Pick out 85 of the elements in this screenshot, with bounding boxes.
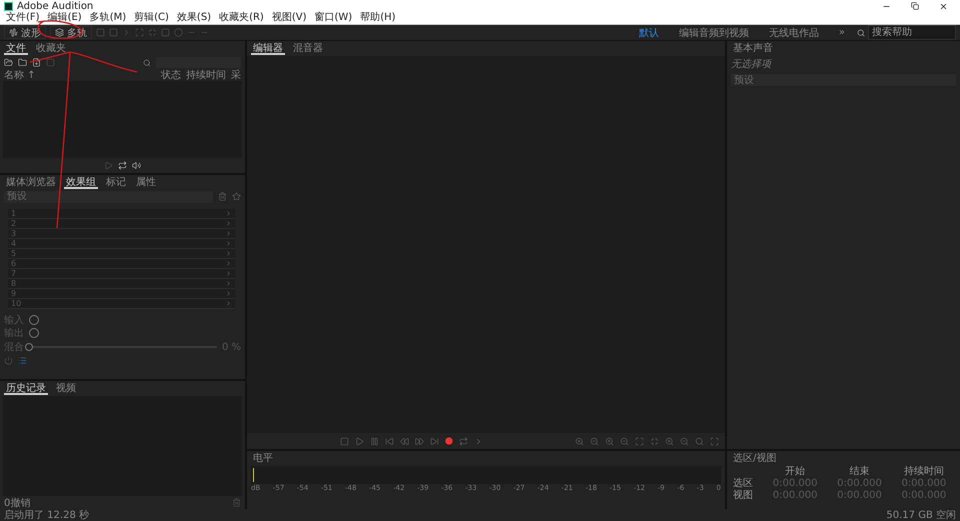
trash-icon[interactable] [218, 192, 227, 201]
speaker-icon[interactable] [132, 161, 141, 170]
panel-tab[interactable]: 混音器 [291, 42, 325, 55]
undo-count: 0撤销 [4, 496, 30, 510]
column-header[interactable]: 状态 [161, 68, 181, 82]
window-title: Adobe Audition [17, 0, 94, 12]
workspace-tab[interactable]: 无线电作品 [760, 26, 827, 39]
zoom-icon[interactable] [635, 436, 644, 446]
slider-thumb[interactable] [25, 343, 33, 351]
workspace-tab[interactable]: 编辑音频到视频 [670, 26, 757, 39]
panel-tab[interactable]: 收藏夹 [34, 42, 68, 55]
disk-space: 50.17 GB 空闲 [886, 508, 956, 521]
search-icon[interactable] [857, 28, 865, 36]
layers-icon [55, 28, 64, 37]
menu-item[interactable]: 帮助(H) [356, 12, 400, 24]
input-knob[interactable] [29, 314, 39, 324]
star-icon[interactable] [232, 192, 241, 201]
zoom-icon[interactable] [680, 436, 689, 446]
panel-tab[interactable]: 电平 [251, 452, 275, 465]
column-header: 结束 [848, 466, 870, 478]
tool-icon[interactable] [135, 28, 144, 37]
column-header: 持续时间 [902, 466, 945, 478]
pause-icon[interactable] [370, 436, 378, 446]
zoom-icon[interactable] [665, 436, 674, 446]
search-icon[interactable] [143, 58, 151, 66]
menu-item[interactable]: 窗口(W) [310, 12, 356, 24]
zoom-icon[interactable] [590, 436, 599, 446]
overflow-button[interactable]: » [830, 26, 853, 39]
panel-tab[interactable]: 效果组 [64, 176, 98, 189]
search-field[interactable]: 搜索帮助 [868, 25, 956, 40]
zoom-icon[interactable] [620, 436, 629, 446]
fast-forward-icon[interactable] [414, 436, 424, 446]
zoom-icon[interactable] [605, 436, 614, 446]
panel-tab[interactable]: 标记 [104, 176, 128, 189]
workspace-tab[interactable]: 默认 [630, 26, 667, 39]
column-header[interactable]: 采 [231, 68, 241, 82]
zoom-icon[interactable] [575, 436, 584, 446]
folder-icon[interactable] [18, 58, 27, 67]
empty-message: 无选择项 [731, 58, 771, 71]
menu-item[interactable]: 收藏夹(R) [215, 12, 268, 24]
panel-tab[interactable]: 文件 [4, 42, 28, 55]
skip-back-icon[interactable] [384, 436, 394, 446]
panel-tab[interactable]: 选区/视图 [731, 452, 778, 465]
tool-icon[interactable] [148, 28, 157, 37]
folder-icon[interactable] [4, 58, 13, 67]
panel-tab[interactable]: 媒体浏览器 [4, 176, 58, 189]
box-icon[interactable] [46, 58, 55, 67]
menu-item[interactable]: 编辑(E) [44, 12, 86, 24]
panel-tab[interactable]: 视频 [54, 382, 78, 395]
row-label: 视图 [733, 490, 754, 502]
mode-button[interactable]: 波形 [4, 26, 46, 39]
waveform-icon [9, 28, 18, 37]
record-icon[interactable] [444, 437, 452, 445]
stop-icon[interactable] [340, 436, 348, 446]
trash-icon[interactable] [232, 498, 241, 507]
file-icon[interactable] [32, 58, 41, 67]
output-knob[interactable] [29, 328, 39, 338]
zoom-icon[interactable] [710, 436, 719, 446]
restore-icon[interactable] [911, 2, 919, 10]
close-icon[interactable] [939, 2, 948, 10]
column-header[interactable]: 持续时间 [186, 68, 226, 82]
play-icon[interactable] [354, 436, 364, 446]
panel-tab[interactable]: 基本声音 [731, 42, 775, 55]
meter-cursor [253, 468, 254, 482]
skip-forward-icon[interactable] [430, 436, 438, 446]
menu-item[interactable]: 文件(F) [2, 12, 44, 24]
list-icon[interactable] [18, 356, 27, 365]
rewind-icon[interactable] [400, 436, 408, 446]
column-header[interactable]: 名称 ↑ [4, 68, 156, 82]
power-icon[interactable] [4, 356, 13, 365]
status-message: 启动用了 12.28 秒 [4, 508, 89, 521]
preset-field[interactable]: 预设 [4, 190, 213, 202]
menu-item[interactable]: 剪辑(C) [130, 12, 173, 24]
menu-item[interactable]: 视图(V) [268, 12, 310, 24]
column-header: 开始 [784, 466, 806, 478]
row-label: 选区 [733, 478, 754, 490]
panel-tab[interactable]: 属性 [134, 176, 158, 189]
preset-dropdown[interactable]: 预设 [731, 74, 956, 86]
menu-item[interactable]: 多轨(M) [86, 12, 130, 24]
menu-item[interactable]: 效果(S) [172, 12, 216, 24]
zoom-icon[interactable] [650, 436, 659, 446]
loop-icon[interactable] [118, 161, 127, 170]
app-logo [4, 2, 13, 10]
zoom-icon[interactable] [695, 436, 704, 446]
play-icon[interactable] [104, 161, 113, 170]
